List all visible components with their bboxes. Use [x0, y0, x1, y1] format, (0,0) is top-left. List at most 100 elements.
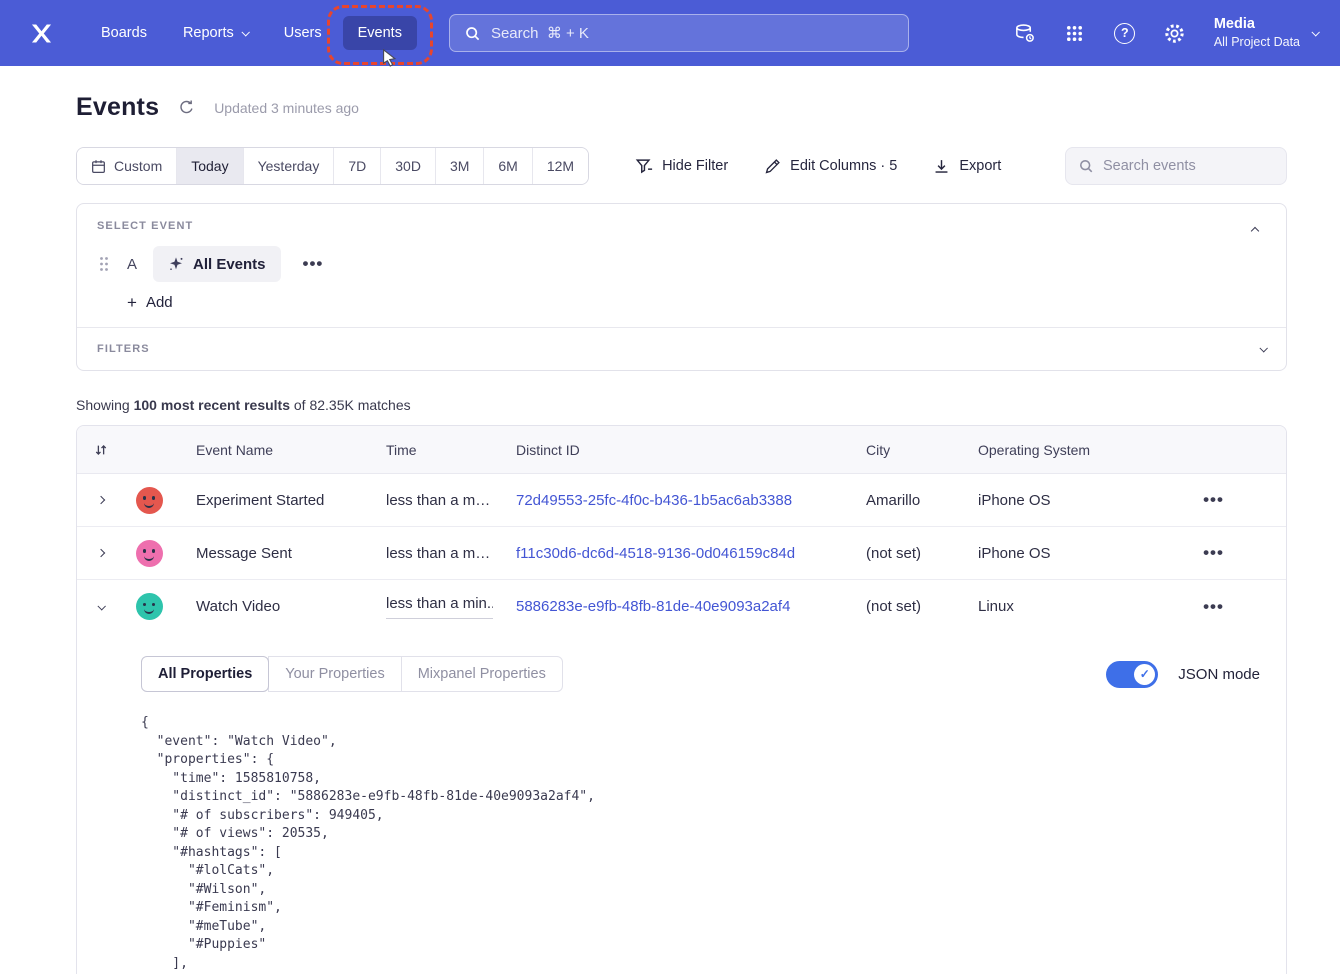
search-icon	[1078, 158, 1094, 174]
table-header-row: Event Name Time Distinct ID City Operati…	[77, 426, 1286, 474]
date-3m-button[interactable]: 3M	[436, 148, 484, 184]
city-cell: (not set)	[843, 598, 955, 615]
expand-row-button[interactable]	[87, 539, 115, 567]
col-distinct-id[interactable]: Distinct ID	[493, 442, 843, 458]
download-icon	[933, 158, 950, 175]
distinct-id-link[interactable]: f11c30d6-dc6d-4518-9136-0d046159c84d	[516, 545, 795, 562]
date-6m-button[interactable]: 6M	[484, 148, 532, 184]
mixpanel-logo[interactable]	[24, 16, 58, 50]
expand-row-button[interactable]	[87, 486, 115, 514]
time-cell: less than a min...	[386, 595, 493, 619]
nav-reports-label: Reports	[183, 25, 234, 41]
data-management-icon[interactable]	[1012, 20, 1038, 46]
user-avatar	[136, 540, 163, 567]
page-header: Events Updated 3 minutes ago	[76, 93, 1287, 122]
add-event-button[interactable]: + Add	[127, 294, 173, 311]
search-icon	[464, 25, 481, 42]
updated-timestamp: Updated 3 minutes ago	[214, 100, 359, 116]
time-cell: less than a min...	[363, 545, 493, 562]
col-event-name[interactable]: Event Name	[173, 442, 363, 458]
results-summary: Showing 100 most recent results of 82.35…	[76, 397, 1287, 413]
event-name-cell: Watch Video	[173, 598, 363, 615]
page-title: Events	[76, 93, 159, 122]
chevron-down-icon	[241, 28, 249, 36]
nav-boards[interactable]: Boards	[86, 16, 162, 50]
export-button[interactable]: Export	[933, 158, 1001, 175]
date-30d-button[interactable]: 30D	[381, 148, 436, 184]
apps-grid-icon[interactable]	[1062, 20, 1088, 46]
filters-label: FILTERS	[97, 343, 150, 355]
row-more-button[interactable]: •••	[1195, 593, 1232, 621]
global-search[interactable]	[449, 14, 909, 52]
event-sparkle-icon	[168, 256, 184, 272]
event-name-cell: Message Sent	[173, 545, 363, 562]
col-os[interactable]: Operating System	[955, 442, 1141, 458]
table-row: Experiment Started less than a min... 72…	[77, 474, 1286, 527]
table-row: Message Sent less than a min... f11c30d6…	[77, 527, 1286, 580]
top-navbar: Boards Reports Users Events ?	[0, 0, 1340, 66]
tab-your-properties[interactable]: Your Properties	[268, 656, 401, 692]
results-count: 100 most recent results	[134, 397, 290, 413]
time-cell: less than a min...	[363, 492, 493, 509]
date-custom-button[interactable]: Custom	[77, 148, 177, 184]
drag-handle-icon[interactable]	[97, 254, 111, 274]
row-more-button[interactable]: •••	[1195, 539, 1232, 567]
nav-users[interactable]: Users	[269, 16, 337, 50]
sort-icon[interactable]	[77, 443, 125, 457]
nav-events[interactable]: Events	[343, 16, 417, 50]
collapse-section-button[interactable]	[1244, 220, 1266, 242]
event-clause-row: A All Events •••	[97, 246, 1266, 282]
json-mode-toggle[interactable]: ✓	[1106, 661, 1158, 688]
date-yesterday-button[interactable]: Yesterday	[244, 148, 335, 184]
filters-section-toggle[interactable]: FILTERS	[77, 327, 1286, 370]
col-city[interactable]: City	[843, 442, 955, 458]
plus-icon: +	[127, 294, 137, 311]
os-cell: iPhone OS	[955, 545, 1141, 562]
edit-columns-button[interactable]: Edit Columns · 5	[764, 158, 897, 175]
city-cell: Amarillo	[843, 492, 955, 509]
distinct-id-link[interactable]: 72d49553-25fc-4f0c-b436-1b5ac6ab3388	[516, 492, 792, 509]
nav-reports[interactable]: Reports	[168, 16, 263, 50]
query-builder-card: SELECT EVENT A All Events ••• + Add	[76, 203, 1287, 371]
date-7d-button[interactable]: 7D	[334, 148, 381, 184]
table-row-expanded: Watch Video less than a min... 5886283e-…	[77, 580, 1286, 633]
clause-more-button[interactable]: •••	[295, 250, 332, 278]
project-selector[interactable]: Media All Project Data	[1214, 15, 1318, 50]
refresh-icon[interactable]	[178, 99, 195, 116]
chevron-down-icon	[1259, 344, 1267, 352]
hide-filter-button[interactable]: Hide Filter	[635, 157, 728, 175]
col-time[interactable]: Time	[363, 442, 493, 458]
os-cell: iPhone OS	[955, 492, 1141, 509]
tab-mixpanel-properties[interactable]: Mixpanel Properties	[401, 656, 563, 692]
tab-all-properties[interactable]: All Properties	[141, 656, 269, 692]
json-mode-label: JSON mode	[1178, 666, 1260, 683]
filter-funnel-icon	[635, 157, 653, 175]
navbar-right: ? Media All Project Data	[1012, 15, 1318, 50]
help-icon[interactable]: ?	[1112, 20, 1138, 46]
distinct-id-link[interactable]: 5886283e-e9fb-48fb-81de-40e9093a2af4	[516, 598, 790, 615]
search-events-field[interactable]	[1065, 147, 1287, 185]
date-12m-button[interactable]: 12M	[533, 148, 588, 184]
global-search-input[interactable]	[491, 25, 894, 42]
event-selector-chip[interactable]: All Events	[153, 246, 281, 282]
date-today-button[interactable]: Today	[177, 148, 243, 184]
date-range-group: Custom Today Yesterday 7D 30D 3M 6M 12M	[76, 147, 589, 185]
collapse-row-button[interactable]	[87, 593, 115, 621]
json-viewer: { "event": "Watch Video", "properties": …	[141, 714, 1266, 973]
clause-letter: A	[125, 256, 139, 273]
search-events-input[interactable]	[1103, 158, 1274, 174]
project-scope: All Project Data	[1214, 34, 1300, 50]
user-avatar	[136, 593, 163, 620]
row-more-button[interactable]: •••	[1195, 486, 1232, 514]
calendar-icon	[91, 159, 106, 174]
properties-tabs: All Properties Your Properties Mixpanel …	[141, 656, 563, 692]
settings-gear-icon[interactable]	[1162, 20, 1188, 46]
select-event-label: SELECT EVENT	[97, 220, 1266, 232]
chevron-down-icon	[1311, 28, 1319, 36]
city-cell: (not set)	[843, 545, 955, 562]
toolbar: Custom Today Yesterday 7D 30D 3M 6M 12M …	[76, 147, 1287, 185]
events-table: Event Name Time Distinct ID City Operati…	[76, 425, 1287, 974]
os-cell: Linux	[955, 598, 1141, 615]
project-name: Media	[1214, 15, 1300, 34]
primary-nav: Boards Reports Users Events	[86, 16, 417, 50]
